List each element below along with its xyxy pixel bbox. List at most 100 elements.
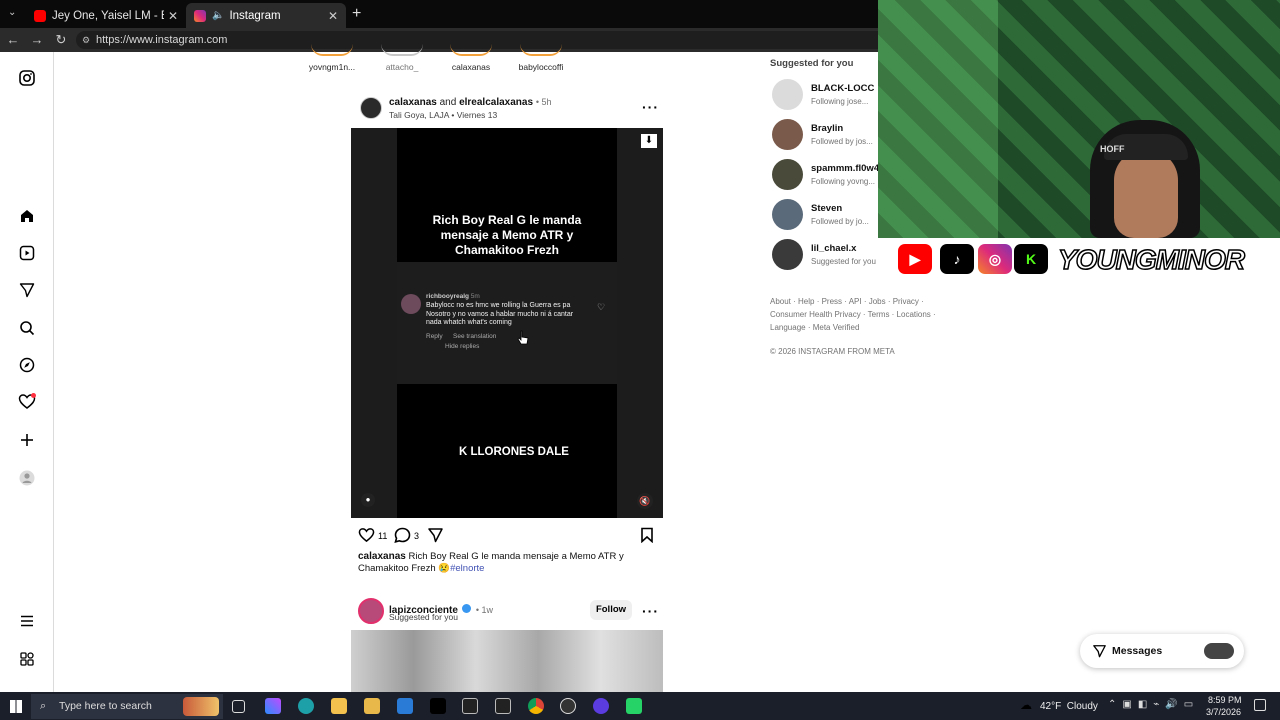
- taskbar-search-input[interactable]: ⌕ Type here to search: [31, 694, 223, 719]
- reload-icon[interactable]: ↻: [53, 32, 69, 48]
- instagram-logo-icon[interactable]: [17, 68, 37, 88]
- search-highlight-icon: [183, 697, 219, 716]
- caption-user[interactable]: calaxanas: [358, 551, 406, 562]
- story-label: attacho_: [385, 62, 419, 72]
- tab-list-chevron-icon[interactable]: ⌄: [8, 7, 16, 18]
- footer-copyright: © 2026 INSTAGRAM FROM META: [770, 347, 895, 356]
- alexa-icon[interactable]: [593, 698, 609, 714]
- save-to-collection-icon[interactable]: ⬇: [641, 134, 657, 148]
- comment-text: Babylocc no es hmc we rolling la Guerra …: [426, 302, 574, 327]
- comment-count[interactable]: 3: [414, 531, 419, 541]
- meta-apps-icon[interactable]: [17, 649, 37, 669]
- windows-start-icon[interactable]: [10, 700, 22, 713]
- profile-avatar-icon[interactable]: [17, 468, 37, 488]
- comment-icon[interactable]: [394, 527, 411, 548]
- mute-icon[interactable]: 🔇: [637, 493, 653, 509]
- new-tab-button[interactable]: +: [352, 5, 361, 23]
- post-author-avatar[interactable]: [360, 97, 382, 119]
- verified-badge-icon: [462, 604, 472, 614]
- like-icon[interactable]: [358, 527, 375, 548]
- post-caption: calaxanas Rich Boy Real G le manda mensa…: [358, 551, 628, 575]
- suggestion-sub: Suggested for you: [811, 257, 876, 266]
- suggestion-sub: Following jose...: [811, 97, 869, 106]
- home-icon[interactable]: [17, 206, 37, 226]
- tab-instagram[interactable]: 🔈 Instagram ✕: [186, 3, 346, 28]
- youtube-icon: [34, 9, 46, 22]
- post-header: calaxanas and elrealcalaxanas • 5h: [389, 97, 649, 108]
- follow-button[interactable]: Follow: [590, 600, 632, 620]
- story-ring: [450, 44, 492, 56]
- weather-text[interactable]: 42°F Cloudy: [1040, 701, 1098, 712]
- tagged-user-icon[interactable]: ●: [361, 493, 375, 507]
- notifications-heart-icon[interactable]: [17, 392, 37, 412]
- file-explorer-icon[interactable]: [331, 698, 347, 714]
- next-post-options-icon[interactable]: ···: [642, 603, 659, 619]
- close-icon[interactable]: ✕: [328, 9, 338, 23]
- post-coauthor-name[interactable]: elrealcalaxanas: [459, 97, 533, 108]
- create-plus-icon[interactable]: [17, 430, 37, 450]
- suggestion-name: Braylin: [811, 123, 844, 134]
- streamer-brand-logo: YOUNGMINOR: [1057, 243, 1246, 276]
- task-view-icon[interactable]: [232, 700, 245, 713]
- reels-icon[interactable]: [17, 243, 37, 263]
- direct-messages-icon[interactable]: [17, 280, 37, 300]
- like-count[interactable]: 11: [378, 531, 387, 541]
- obs-icon[interactable]: [560, 698, 576, 714]
- back-icon[interactable]: ←: [5, 32, 21, 47]
- suggestion-name: lil_chael.x: [811, 243, 857, 254]
- post-author-name[interactable]: calaxanas: [389, 97, 437, 108]
- copilot-icon[interactable]: [265, 698, 281, 714]
- footer-links-1[interactable]: About · Help · Press · API · Jobs · Priv…: [770, 297, 924, 306]
- clock-date[interactable]: 3/7/2026: [1206, 707, 1241, 717]
- story-label: yovngm1n...: [308, 62, 356, 72]
- video-footer-label: K LLORONES DALE: [459, 446, 569, 458]
- bookmark-icon[interactable]: [640, 527, 654, 548]
- edge-icon[interactable]: [298, 698, 314, 714]
- mail-icon[interactable]: [397, 698, 413, 714]
- forward-icon[interactable]: →: [29, 32, 45, 47]
- clock-time[interactable]: 8:59 PM: [1208, 695, 1242, 705]
- suggestion-avatar: [772, 119, 803, 150]
- commenter-avatar: [401, 294, 421, 314]
- comment-time: 5m: [470, 293, 480, 300]
- footer-links-3[interactable]: Language · Meta Verified: [770, 323, 859, 332]
- instagram-icon: [194, 9, 206, 22]
- instagram-icon: ◎: [978, 244, 1012, 274]
- comment-card: richbooyrealg 5m Babylocc no es hmc we r…: [397, 262, 617, 384]
- suggestion-name: BLACK-LOCC: [811, 83, 875, 94]
- tab-youtube[interactable]: Jey One, Yaisel LM - Bo De Bo De ✕: [26, 3, 186, 28]
- video-footer-text: K LLORONES DALE: [459, 446, 569, 458]
- tab-label: Instagram: [229, 9, 281, 22]
- editor-app-icon[interactable]: [495, 698, 511, 714]
- more-menu-icon[interactable]: [17, 611, 37, 631]
- site-info-icon[interactable]: ⚙: [82, 31, 90, 49]
- store-icon[interactable]: [364, 698, 380, 714]
- search-icon: ⌕: [40, 700, 47, 712]
- footer-links-2[interactable]: Consumer Health Privacy · Terms · Locati…: [770, 310, 936, 319]
- speaker-icon[interactable]: 🔈: [212, 10, 224, 21]
- next-post-image[interactable]: [351, 630, 663, 692]
- system-tray-icons[interactable]: ⌃▣◧⌁🔊▭: [1108, 699, 1199, 710]
- notification-icon[interactable]: [1254, 699, 1266, 711]
- next-post-avatar[interactable]: [358, 598, 384, 624]
- share-icon[interactable]: [427, 527, 444, 548]
- explore-icon[interactable]: [17, 355, 37, 375]
- post-options-icon[interactable]: ···: [642, 99, 659, 115]
- post-location[interactable]: Tali Goya, LAJA • Viernes 13: [389, 110, 497, 120]
- suggestion-sub: Following yovng...: [811, 177, 876, 186]
- chrome-icon[interactable]: [528, 698, 544, 714]
- taskbar-search-placeholder: Type here to search: [59, 700, 152, 712]
- capcut-icon[interactable]: [462, 698, 478, 714]
- close-icon[interactable]: ✕: [168, 9, 178, 23]
- search-icon[interactable]: [17, 318, 37, 338]
- tiktok-icon: ♪: [940, 244, 974, 274]
- weather-icon[interactable]: ☁: [1020, 698, 1032, 712]
- suggestion-avatar: [772, 79, 803, 110]
- messages-button[interactable]: Messages: [1080, 634, 1244, 668]
- video-headline: Rich Boy Real G le manda mensaje a Memo …: [432, 213, 582, 257]
- webcam-light: [878, 0, 998, 238]
- app-green-icon[interactable]: [626, 698, 642, 714]
- post-video[interactable]: Rich Boy Real G le manda mensaje a Memo …: [351, 128, 663, 518]
- caption-hashtag[interactable]: #elnorte: [450, 563, 484, 574]
- tiktok-app-icon[interactable]: [430, 698, 446, 714]
